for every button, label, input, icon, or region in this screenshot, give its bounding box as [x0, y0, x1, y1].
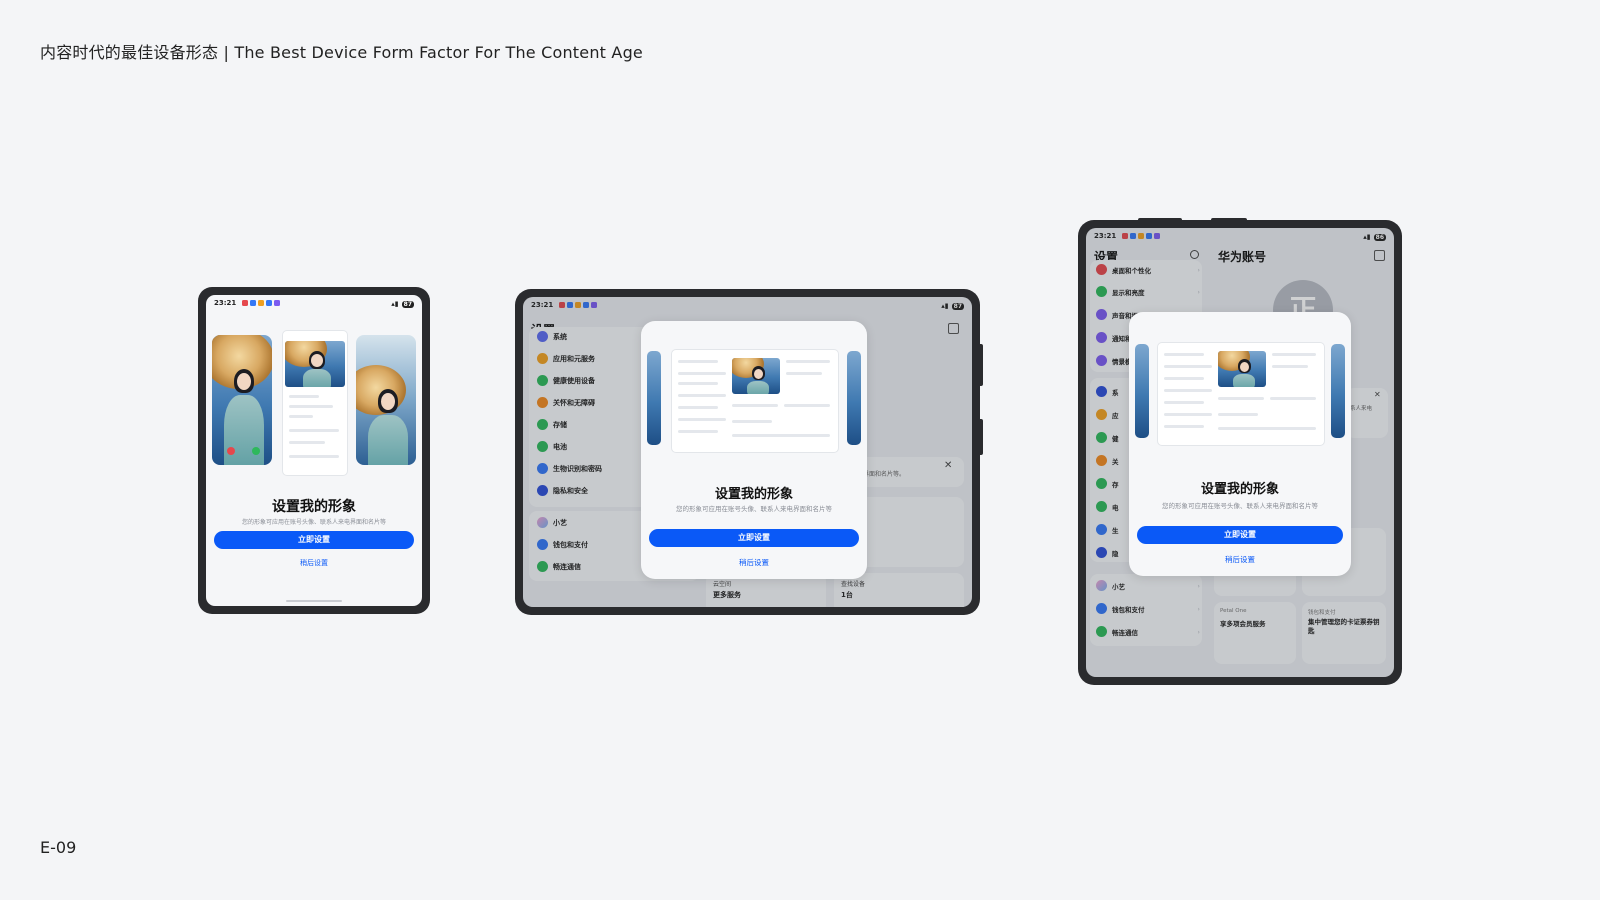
set-later-button[interactable]: 稍后设置: [1129, 554, 1351, 565]
decline-icon: [227, 447, 235, 455]
set-later-button[interactable]: 稍后设置: [206, 558, 422, 568]
battery-icon: 87: [401, 300, 414, 308]
page-title: 内容时代的最佳设备形态 | The Best Device Form Facto…: [40, 43, 643, 62]
illustration-tablet: [1157, 342, 1325, 446]
side-button-2: [978, 419, 983, 455]
side-button: [978, 344, 983, 386]
device-folded-screen: 23:21 ▴▮ 87 设置我的形象 您的形象可应用在账号头像、联系人来电界面和…: [206, 295, 422, 606]
status-time: 23:21: [214, 299, 237, 307]
page-code: E-09: [40, 838, 77, 857]
status-bar: 23:21 ▴▮ 87: [206, 295, 422, 309]
avatar-photo-left: [212, 335, 272, 465]
illustration-tablet: [671, 349, 839, 453]
home-indicator: [286, 600, 342, 602]
illustration-right: [1331, 344, 1345, 438]
set-now-button[interactable]: 立即设置: [214, 531, 414, 549]
device-folded: 23:21 ▴▮ 87 设置我的形象 您的形象可应用在账号头像、联系人来电界面和…: [198, 287, 430, 614]
avatar-photo-right: [356, 335, 416, 465]
status-right: ▴▮ 87: [391, 299, 414, 309]
dialog-title: 设置我的形象: [714, 487, 793, 502]
device-unfolded: 23:21 ▴▮ 86 设置 华为账号 正 桌面和个性化 › 显示和亮度 › 声音和振…: [1078, 220, 1402, 685]
illustration-right: [847, 351, 861, 445]
dialog-description: 您的形象可应用在账号头像、联系人来电界面和名片等: [676, 505, 832, 513]
avatar-dialog: 设置我的形象 您的形象可应用在账号头像、联系人来电界面和名片等 立即设置 稍后设…: [1129, 312, 1351, 576]
dialog-title: 设置我的形象: [272, 499, 356, 515]
illustration-left: [1135, 344, 1149, 438]
set-now-button[interactable]: 立即设置: [1137, 526, 1343, 544]
device-landscape: 23:21 ▴▮87 设置 系统 应用和元服务 健康使用设备 关怀和无障碍 存储…: [515, 289, 983, 615]
signal-icon: ▴▮: [391, 300, 399, 308]
avatar-contact-card: [282, 330, 348, 476]
notification-icons: [241, 300, 280, 306]
set-later-button[interactable]: 稍后设置: [641, 557, 867, 568]
device-landscape-screen: 23:21 ▴▮87 设置 系统 应用和元服务 健康使用设备 关怀和无障碍 存储…: [523, 297, 972, 607]
answer-icon: [252, 447, 260, 455]
illustration-left: [647, 351, 661, 445]
dialog-title: 设置我的形象: [1200, 482, 1279, 497]
dialog-description: 您的形象可应用在账号头像、联系人来电界面和名片等: [241, 519, 386, 526]
set-now-button[interactable]: 立即设置: [649, 529, 859, 547]
avatar-dialog: 设置我的形象 您的形象可应用在账号头像、联系人来电界面和名片等 立即设置 稍后设…: [641, 321, 867, 579]
dialog-description: 您的形象可应用在账号头像、联系人来电界面和名片等: [1162, 502, 1318, 510]
device-unfolded-screen: 23:21 ▴▮ 86 设置 华为账号 正 桌面和个性化 › 显示和亮度 › 声音和振…: [1086, 228, 1394, 677]
